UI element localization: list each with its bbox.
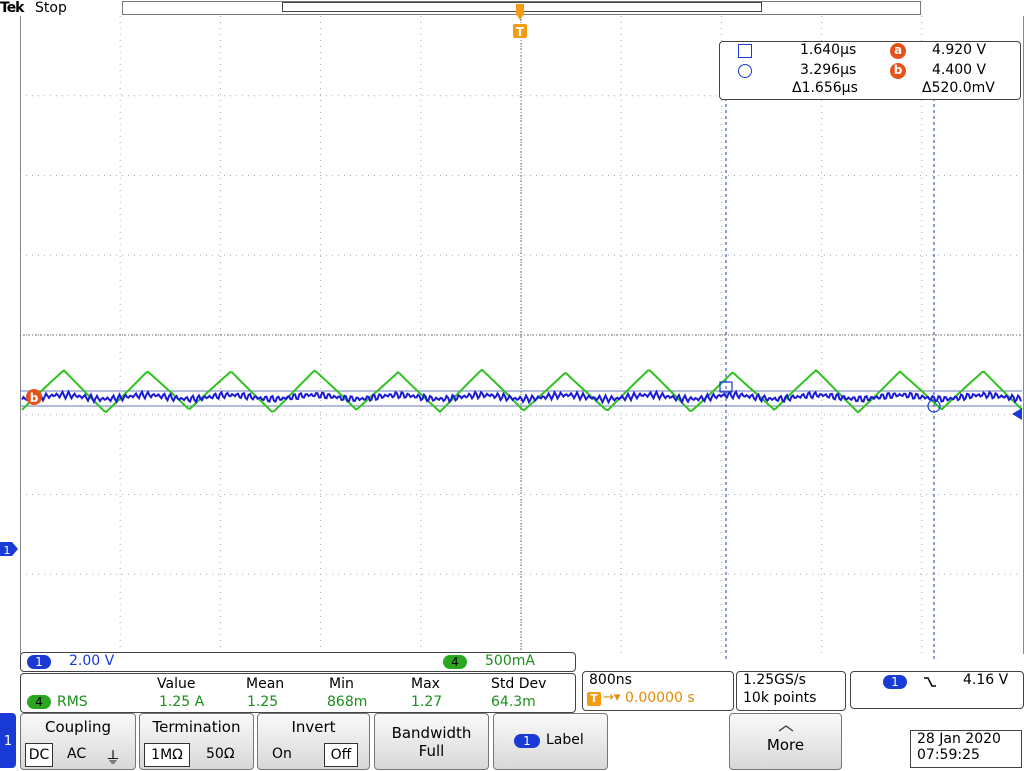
cursor-readout-panel: 1.640µs a 4.920 V 3.296µs b 4.400 V Δ1.6… xyxy=(719,41,1021,100)
timebase-panel[interactable]: 800ns T →▾ 0.00000 s xyxy=(582,671,734,711)
cursor-a-value: 4.920 V xyxy=(932,42,987,58)
cursor-a-badge: a xyxy=(890,43,906,59)
ch4-scale: 500mA xyxy=(485,653,535,669)
ground-icon[interactable]: ⏚ xyxy=(105,744,121,768)
more-menu[interactable]: More xyxy=(729,713,842,770)
cursor-b-circle-icon xyxy=(738,64,752,78)
trigger-source-badge: 1 xyxy=(883,675,907,689)
meas-max: 1.27 xyxy=(411,694,443,710)
datetime-display: 28 Jan 2020 07:59:25 xyxy=(910,730,1022,768)
cursor-delta-time: Δ1.656µs xyxy=(792,80,858,96)
invert-on-option[interactable]: On xyxy=(272,746,292,762)
meas-header-mean: Mean xyxy=(246,676,285,692)
meas-header-max: Max xyxy=(411,676,440,692)
time-text: 07:59:25 xyxy=(917,747,980,763)
ch1-ground-label: 1 xyxy=(4,544,11,557)
coupling-title: Coupling xyxy=(44,718,112,736)
invert-title: Invert xyxy=(291,718,336,736)
measurement-panel[interactable]: 4 RMS Value Mean Min Max Std Dev 1.25 A … xyxy=(20,673,576,713)
sample-rate: 1.25GS/s xyxy=(743,672,806,688)
termination-1mohm-option[interactable]: 1MΩ xyxy=(144,743,190,767)
label-menu[interactable]: 1 Label xyxy=(493,713,608,770)
cursor-b-value: 4.400 V xyxy=(932,62,987,78)
meas-type: RMS xyxy=(57,694,88,710)
meas-value: 1.25 A xyxy=(159,694,205,710)
cursor-a-square-icon xyxy=(738,44,752,58)
chevron-up-icon xyxy=(778,725,793,732)
meas-header-min: Min xyxy=(329,676,354,692)
invert-off-option[interactable]: Off xyxy=(324,743,358,767)
trigger-arrow-icon xyxy=(516,4,524,20)
record-points: 10k points xyxy=(743,690,817,706)
trigger-level-arrow-icon xyxy=(1012,408,1022,420)
label-title: Label xyxy=(546,732,584,748)
cursor-delta-value: Δ520.0mV xyxy=(922,80,995,96)
cursor-b-time: 3.296µs xyxy=(800,62,857,78)
timebase-position: 0.00000 s xyxy=(625,690,695,706)
termination-50ohm-option[interactable]: 50Ω xyxy=(206,746,235,762)
cursor-a-time: 1.640µs xyxy=(800,42,857,58)
date-text: 28 Jan 2020 xyxy=(917,731,1001,747)
meas-header-stddev: Std Dev xyxy=(491,676,547,692)
trigger-position-icon: T xyxy=(587,692,601,706)
coupling-ac-option[interactable]: AC xyxy=(67,746,86,762)
meas-header-value: Value xyxy=(157,676,196,692)
coupling-menu[interactable]: Coupling DC AC ⏚ xyxy=(20,713,136,770)
coupling-dc-option[interactable]: DC xyxy=(25,743,53,767)
cursor-b-badge: b xyxy=(890,63,906,79)
meas-mean: 1.25 xyxy=(247,694,279,710)
ref-b-label: b xyxy=(30,391,39,405)
trigger-marker-label: T xyxy=(516,25,525,39)
channel-menu-tab[interactable]: 1 xyxy=(0,713,16,768)
meas-source-badge: 4 xyxy=(27,695,51,709)
invert-menu[interactable]: Invert On Off xyxy=(257,713,370,770)
termination-menu[interactable]: Termination 1MΩ 50Ω xyxy=(139,713,254,770)
bandwidth-menu[interactable]: Bandwidth Full xyxy=(374,713,489,770)
bandwidth-title: Bandwidth xyxy=(391,724,472,742)
bandwidth-value: Full xyxy=(418,742,445,760)
more-title: More xyxy=(766,736,805,754)
graticule-grid xyxy=(20,16,1022,654)
timebase-scale: 800ns xyxy=(589,672,632,688)
label-channel-badge: 1 xyxy=(514,734,540,748)
falling-edge-icon xyxy=(924,677,936,687)
ch4-badge[interactable]: 4 xyxy=(443,655,467,669)
termination-title: Termination xyxy=(152,718,241,736)
meas-min: 868m xyxy=(327,694,368,710)
channel-readout-strip[interactable]: 1 2.00 V 4 500mA xyxy=(20,652,576,672)
ch1-scale: 2.00 V xyxy=(69,653,115,669)
acquisition-panel[interactable]: 1.25GS/s 10k points xyxy=(736,671,846,711)
trigger-level: 4.16 V xyxy=(963,672,1009,688)
ch1-badge[interactable]: 1 xyxy=(27,655,51,669)
trigger-panel[interactable]: 1 4.16 V xyxy=(850,671,1024,709)
meas-stddev: 64.3m xyxy=(491,694,536,710)
trigger-delay-arrow-icon: →▾ xyxy=(603,690,621,705)
